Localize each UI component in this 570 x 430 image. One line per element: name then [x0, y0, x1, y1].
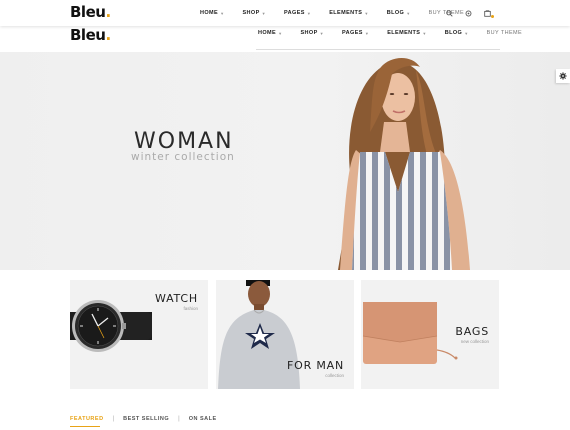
tab-on-sale[interactable]: ON SALE	[189, 416, 217, 422]
main-nav: HOME ▼ SHOP ▼ PAGES ▼ ELEMENTS ▼ BLOG ▼ BUY T…	[200, 0, 482, 26]
card-subtitle: collection	[325, 373, 344, 378]
cart-badge	[491, 15, 494, 18]
chevron-down-icon: ▼	[278, 30, 283, 36]
nav-shop[interactable]: SHOP ▼	[300, 30, 324, 36]
tab-separator: |	[178, 416, 180, 422]
settings-panel-toggle[interactable]	[556, 69, 570, 83]
search-icon[interactable]	[444, 8, 454, 18]
hero-banner[interactable]: WOMAN winter collection	[0, 52, 570, 270]
tab-separator: |	[112, 416, 115, 422]
card-subtitle: fashion	[183, 306, 198, 311]
chevron-down-icon: ▼	[364, 10, 369, 16]
nav-elements[interactable]: ELEMENTS ▼	[387, 30, 427, 36]
nav-home[interactable]: HOME ▼	[200, 10, 224, 16]
tab-best-selling[interactable]: BEST SELLING	[123, 416, 169, 422]
card-title: FOR MAN	[287, 359, 344, 372]
hero-model-image	[338, 57, 470, 270]
nav-pages[interactable]: PAGES ▼	[284, 10, 311, 16]
category-card-for-man[interactable]: FOR MAN collection	[216, 280, 354, 389]
chevron-down-icon: ▼	[364, 30, 370, 36]
main-nav-secondary: HOME ▼ SHOP ▼ PAGES ▼ ELEMENTS ▼ BLOG ▼ BUY T…	[258, 26, 540, 40]
chevron-down-icon: ▼	[261, 10, 267, 16]
sticky-header: Bleu. HOME ▼ SHOP ▼ PAGES ▼ ELEMENTS ▼ BLOG ▼…	[0, 0, 570, 26]
brand-logo[interactable]: Bleu.	[70, 3, 111, 21]
card-title: WATCH	[155, 292, 198, 305]
nav-home[interactable]: HOME ▼	[258, 30, 282, 36]
chevron-down-icon: ▼	[319, 30, 325, 36]
hero-subtitle: winter collection	[131, 151, 235, 163]
chevron-down-icon: ▼	[422, 30, 427, 36]
cart-icon[interactable]	[482, 8, 494, 18]
category-card-bags[interactable]: BAGS new collection	[361, 280, 499, 389]
nav-blog[interactable]: BLOG ▼	[445, 30, 469, 36]
nav-pages[interactable]: PAGES ▼	[342, 30, 369, 36]
card-title: BAGS	[455, 325, 489, 338]
category-card-watch[interactable]: WATCH fashion	[70, 280, 208, 389]
settings-icon[interactable]	[463, 8, 473, 18]
card-subtitle: new collection	[460, 339, 489, 344]
nav-elements[interactable]: ELEMENTS ▼	[329, 10, 369, 16]
chevron-down-icon: ▼	[464, 30, 469, 36]
active-tab-underline	[70, 426, 100, 427]
gear-icon	[559, 72, 567, 80]
brand-logo-secondary[interactable]: Bleu.	[70, 26, 111, 44]
chevron-down-icon: ▼	[306, 10, 312, 16]
product-tabs: FEATURED | BEST SELLING | ON SALE	[70, 416, 217, 422]
nav-shop[interactable]: SHOP ▼	[242, 10, 266, 16]
nav-blog[interactable]: BLOG ▼	[387, 10, 411, 16]
chevron-down-icon: ▼	[220, 10, 225, 16]
nav-buy-theme[interactable]: BUY THEME	[487, 30, 523, 36]
header-divider	[256, 49, 500, 50]
tab-featured[interactable]: FEATURED	[70, 416, 104, 422]
chevron-down-icon: ▼	[406, 10, 411, 16]
